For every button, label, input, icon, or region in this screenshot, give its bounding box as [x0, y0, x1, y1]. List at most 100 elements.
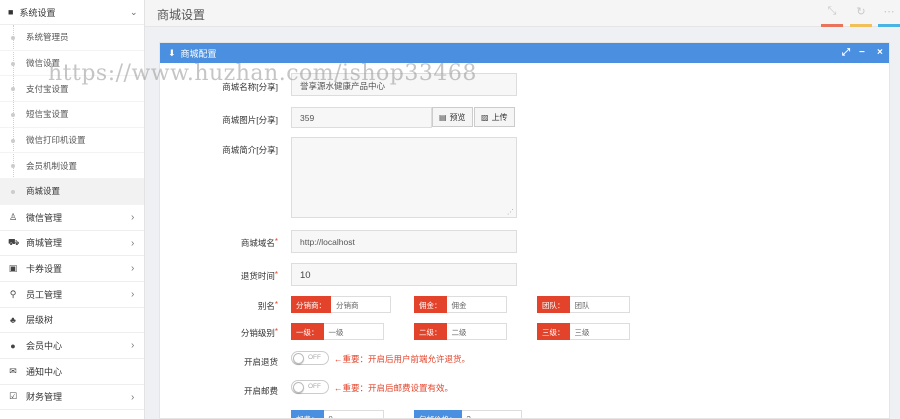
image-icon: ▤	[439, 112, 447, 122]
tag-value[interactable]: 分销商	[331, 296, 391, 313]
tree-icon: ♣	[10, 314, 16, 325]
field-label: 商城域名	[240, 238, 275, 248]
preview-label: 预览	[449, 112, 466, 122]
user-icon: ●	[10, 340, 16, 351]
tag-value[interactable]: 0	[323, 410, 384, 418]
free-shipping-price-field[interactable]: 包邮价格：?	[414, 410, 522, 418]
alias-team-field[interactable]: 团队： 团队	[537, 296, 630, 313]
tag-label: 二级：	[414, 323, 447, 340]
bullet-icon	[11, 61, 15, 66]
required-mark: *	[274, 270, 278, 279]
shipping-fee-field[interactable]: 邮费：0	[291, 410, 384, 418]
tag-value[interactable]: 一级	[323, 323, 384, 340]
minimize-icon[interactable]: −	[859, 47, 865, 58]
bullet-icon	[11, 138, 15, 143]
field-label-wrap: 分销级别*	[160, 327, 278, 339]
picture-icon: ▨	[481, 112, 489, 122]
sidebar-item-notify[interactable]: ✉ 通知中心	[0, 358, 144, 385]
submenu-item-admins[interactable]: 系统管理员	[0, 25, 144, 51]
sidebar-item-staff[interactable]: ⚲ 员工管理 ›	[0, 281, 144, 308]
tag-value[interactable]: 团队	[569, 296, 630, 313]
upload-button[interactable]: ▨ 上传	[474, 107, 515, 127]
sidebar-item-system-settings[interactable]: ■ 系统设置 ⌄	[0, 0, 144, 25]
tag-value[interactable]: 二级	[446, 323, 507, 340]
ellipsis-icon: ⋯	[883, 6, 895, 18]
return-time-input[interactable]: 10	[291, 263, 517, 286]
sidebar-item-members[interactable]: ● 会员中心 ›	[0, 333, 144, 359]
arrow-down-circle-icon: ⬇	[168, 47, 176, 58]
enable-shipping-toggle[interactable]: OFF	[291, 380, 329, 394]
tag-label: 邮费：	[291, 410, 324, 418]
close-icon[interactable]: ×	[877, 47, 883, 58]
enable-return-hint: ←重要：开启后用户前端允许退货。	[334, 354, 471, 364]
field-label-wrap: 退货时间*	[160, 270, 278, 282]
refresh-button[interactable]: ↻	[850, 5, 872, 27]
expand-icon[interactable]: ⤢	[842, 47, 850, 58]
chevron-right-icon: ›	[131, 288, 135, 300]
field-label: 开启邮费	[243, 386, 278, 396]
field-label-wrap: 商城域名*	[160, 237, 278, 249]
field-label: 分销级别	[240, 328, 275, 338]
field-label: 商城图片[分享]	[222, 115, 278, 125]
cart-icon: ⛟	[8, 236, 20, 247]
submenu-item-alipay[interactable]: 支付宝设置	[0, 76, 144, 103]
more-button[interactable]: ⋯	[878, 5, 900, 27]
submenu-item-wechat[interactable]: 微信设置	[0, 51, 144, 77]
tag-value[interactable]: 三级	[569, 323, 630, 340]
alias-commission-field[interactable]: 佣金： 佣金	[414, 296, 507, 313]
toggle-state: OFF	[308, 354, 321, 361]
sidebar-item-tree[interactable]: ♣ 层级树	[0, 307, 144, 334]
sidebar-item-label: 微信管理	[26, 212, 63, 223]
tag-value[interactable]: ?	[461, 410, 522, 418]
preview-button[interactable]: ▤ 预览	[432, 107, 473, 127]
submenu-item-sms[interactable]: 短信宝设置	[0, 102, 144, 128]
sidebar-item-wechat[interactable]: ♙ 微信管理 ›	[0, 204, 144, 231]
sidebar: ■ 系统设置 ⌄ 系统管理员 微信设置 支付宝设置 短信宝设置 微信打印机设置 …	[0, 0, 145, 419]
level-1-field[interactable]: 一级： 一级	[291, 323, 384, 340]
tag-label: 一级：	[291, 323, 324, 340]
shop-image-input[interactable]: 359	[291, 107, 432, 128]
fullscreen-button[interactable]: ⤡	[821, 5, 843, 27]
sidebar-item-finance[interactable]: ☑ 财务管理 ›	[0, 384, 144, 411]
chevron-right-icon: ›	[131, 211, 135, 223]
submenu-item-shop[interactable]: 商城设置	[0, 179, 144, 205]
resize-grip-icon[interactable]: ⋰	[507, 208, 514, 216]
shop-name-input[interactable]: 誉享源水健康产品中心	[291, 73, 517, 96]
check-square-icon: ☑	[8, 391, 18, 402]
enable-return-toggle[interactable]: OFF	[291, 351, 329, 365]
toggle-knob	[293, 353, 304, 364]
submenu-item-label: 会员机制设置	[26, 160, 78, 171]
submenu-item-label: 系统管理员	[26, 32, 69, 43]
enable-shipping-hint: ←重要：开启后邮费设置有效。	[334, 383, 454, 393]
sidebar-item-label: 员工管理	[26, 289, 63, 300]
submenu-item-printer[interactable]: 微信打印机设置	[0, 128, 144, 154]
sidebar-item-shop[interactable]: ⛟ 商城管理 ›	[0, 230, 144, 257]
alias-distributor-field[interactable]: 分销商： 分销商	[291, 296, 391, 313]
tag-label: 包邮价格：	[414, 410, 462, 418]
sidebar-item-coupons[interactable]: ▣ 卡券设置 ›	[0, 256, 144, 282]
sidebar-item-label: 层级树	[26, 315, 54, 326]
chevron-down-icon: ⌄	[130, 7, 138, 17]
chevron-right-icon: ›	[131, 340, 135, 352]
topbar: 商城设置 ⤡ ↻ ⋯	[145, 0, 900, 27]
shop-intro-textarea[interactable]: ⋰	[291, 137, 517, 218]
bullet-icon	[11, 113, 15, 118]
submenu-system-settings: 系统管理员 微信设置 支付宝设置 短信宝设置 微信打印机设置 会员机制设置 商城…	[0, 25, 144, 205]
level-2-field[interactable]: 二级： 二级	[414, 323, 507, 340]
submenu-item-member[interactable]: 会员机制设置	[0, 153, 144, 180]
shop-config-panel: ⬇ 商城配置 ⤢ − × 商城名称[分享] 誉享源水健康产品中心 商城图片[分享…	[159, 42, 890, 419]
sidebar-item-label: 系统设置	[19, 7, 56, 18]
page-title: 商城设置	[157, 8, 206, 22]
submenu-item-label: 微信打印机设置	[26, 135, 86, 146]
tag-value[interactable]: 佣金	[446, 296, 507, 313]
level-3-field[interactable]: 三级： 三级	[537, 323, 630, 340]
domain-input[interactable]: http://localhost	[291, 230, 517, 253]
card-icon: ▣	[8, 263, 18, 274]
required-mark: *	[274, 300, 278, 309]
field-label: 开启退货	[243, 357, 278, 367]
panel-header: ⬇ 商城配置 ⤢ − ×	[160, 43, 889, 63]
field-label: 退货时间	[240, 271, 275, 281]
tag-label: 佣金：	[414, 296, 447, 313]
required-mark: *	[274, 327, 278, 336]
field-label: 别名	[257, 301, 275, 311]
